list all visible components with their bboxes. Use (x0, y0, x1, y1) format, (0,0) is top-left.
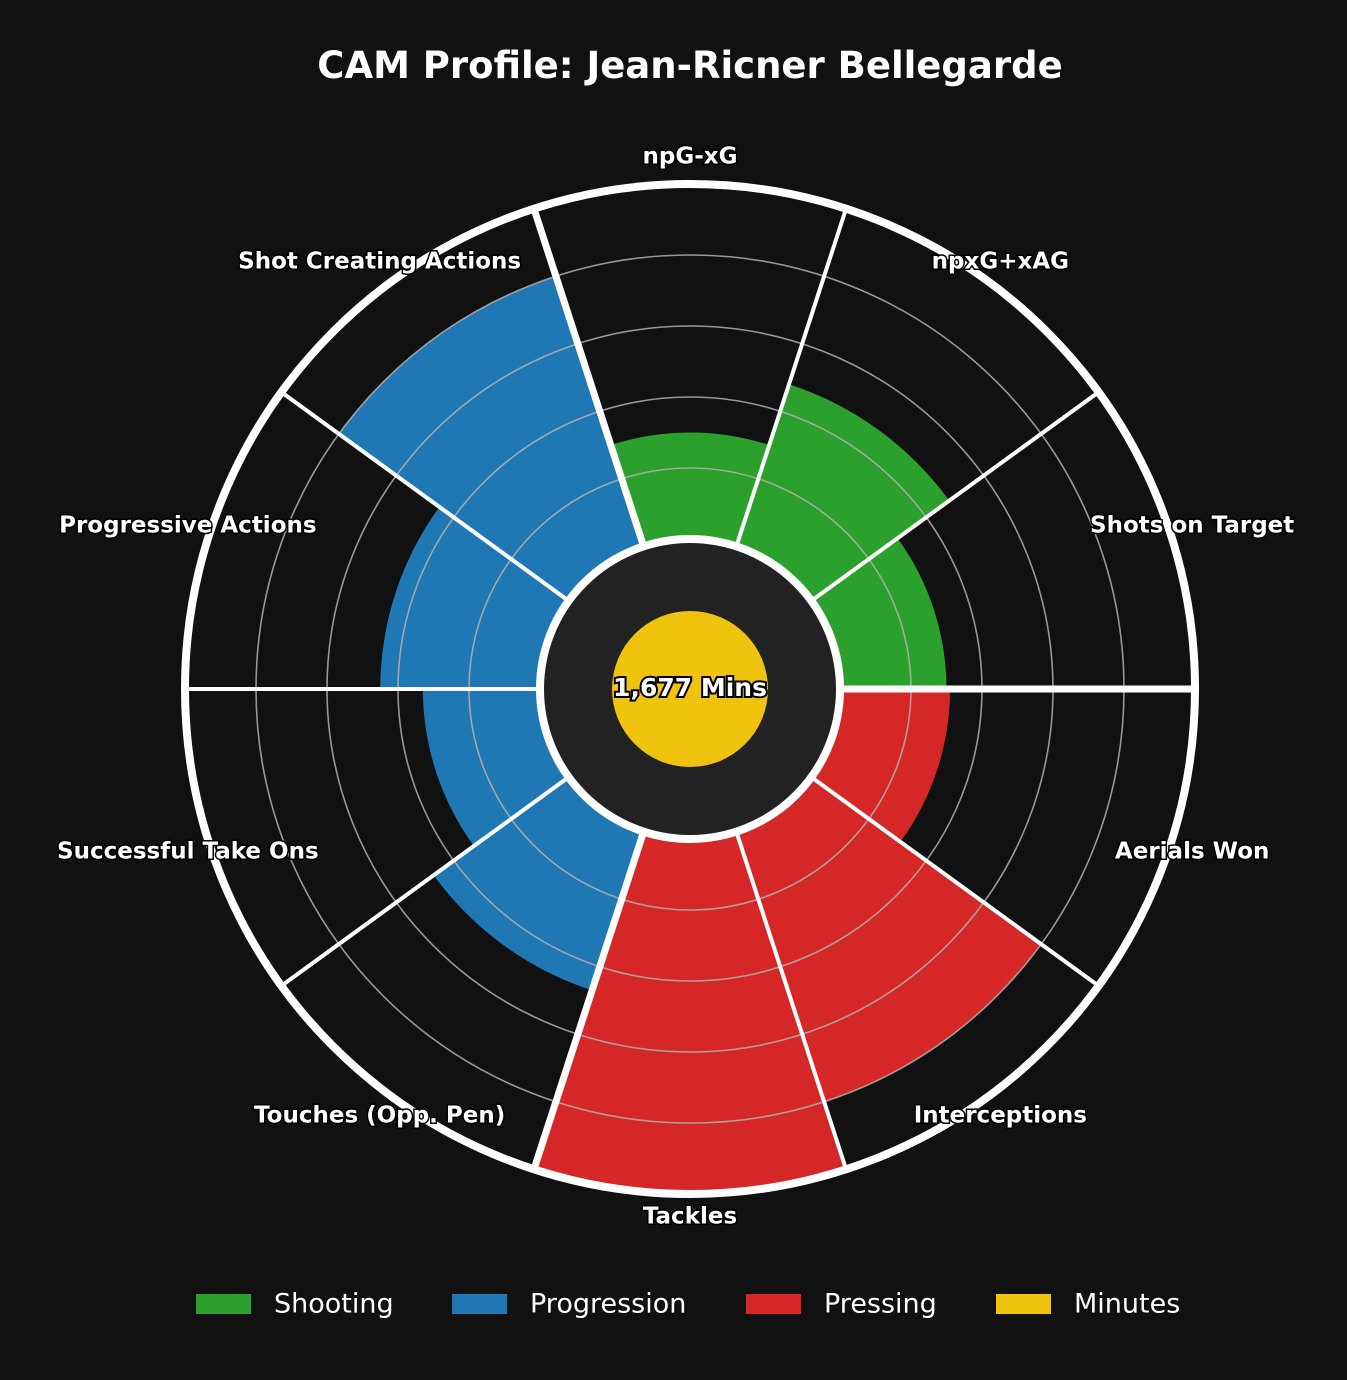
category-label-shots-on-target: Shots on Target (1090, 512, 1294, 538)
category-label-npxg-xag: npxG+xAG (932, 248, 1069, 274)
category-label-aerials-won: Aerials Won (1115, 839, 1269, 865)
legend-swatch-minutes (996, 1294, 1051, 1314)
chart-title: CAM Profile: Jean-Ricner Bellegarde (317, 44, 1062, 87)
legend: Shooting Progression Pressing Minutes (196, 1289, 1180, 1320)
legend-swatch-progression (452, 1294, 507, 1314)
category-label-interceptions: Interceptions (914, 1103, 1087, 1129)
category-label-tackles: Tackles (643, 1204, 737, 1230)
minutes-label: 1,677 Mins (613, 673, 767, 702)
category-label-npg-xg: npG-xG (643, 144, 738, 170)
legend-swatch-pressing (746, 1294, 801, 1314)
legend-swatch-shooting (196, 1294, 251, 1314)
legend-label-pressing: Pressing (824, 1289, 937, 1320)
legend-label-progression: Progression (530, 1289, 686, 1320)
legend-label-shooting: Shooting (274, 1289, 394, 1320)
category-label-successful-take-ons: Successful Take Ons (57, 839, 319, 865)
category-label-touches-opp-pen: Touches (Opp. Pen) (254, 1103, 505, 1129)
polar-chart: CAM Profile: Jean-Ricner Bellegarde 1,67… (56, 44, 1296, 1320)
legend-label-minutes: Minutes (1074, 1289, 1180, 1320)
category-label-shot-creating-actions: Shot Creating Actions (238, 248, 521, 274)
category-label-progressive-actions: Progressive Actions (59, 512, 316, 538)
